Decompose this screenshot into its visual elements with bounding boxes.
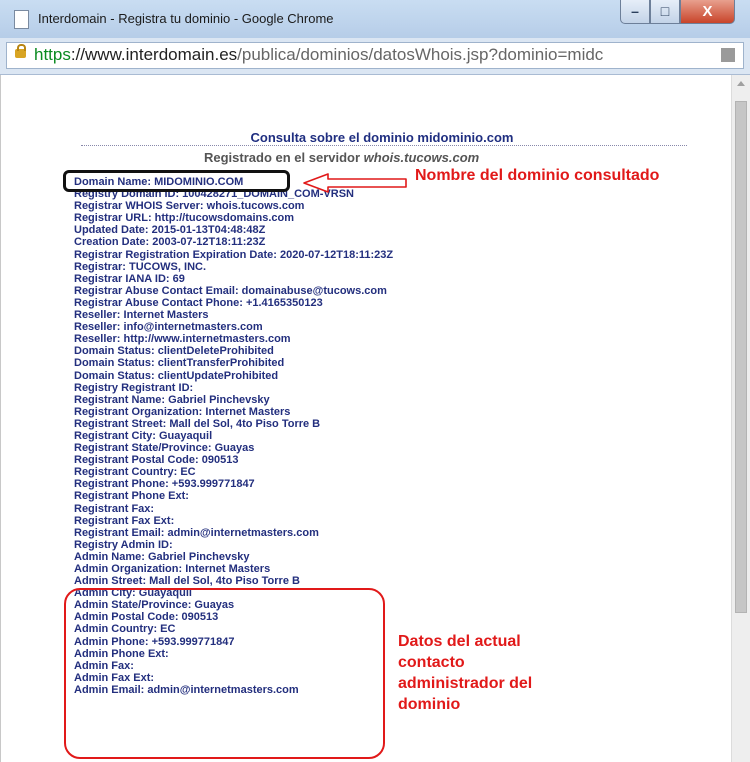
whois-line: Reseller: Internet Masters bbox=[74, 309, 209, 322]
whois-line: Registrant Phone Ext: bbox=[74, 490, 189, 503]
whois-line: Updated Date: 2015-01-13T04:48:48Z bbox=[74, 224, 266, 237]
browser-window: Interdomain - Registra tu dominio - Goog… bbox=[0, 0, 750, 762]
whois-line: Admin Organization: Internet Masters bbox=[74, 563, 271, 575]
whois-line: Registrant Fax Ext: bbox=[74, 514, 175, 527]
whois-line: Domain Status: clientDeleteProhibited bbox=[74, 345, 274, 358]
whois-line: Registrar WHOIS Server: whois.tucows.com bbox=[74, 200, 305, 213]
whois-line: Registrar Abuse Contact Phone: +1.416535… bbox=[74, 296, 323, 309]
scroll-up-icon[interactable] bbox=[737, 81, 745, 86]
window-title: Interdomain - Registra tu dominio - Goog… bbox=[38, 11, 334, 26]
maximize-icon: □ bbox=[660, 3, 670, 19]
whois-line: Registry Admin ID: bbox=[74, 538, 173, 551]
address-bar[interactable]: https://www.interdomain.es/publica/domin… bbox=[6, 42, 744, 69]
admin-annotation-line: contacto bbox=[398, 654, 465, 671]
scroll-thumb[interactable] bbox=[735, 101, 747, 613]
heading-prefix: Consulta sobre el dominio bbox=[250, 130, 418, 145]
whois-line: Creation Date: 2003-07-12T18:11:23Z bbox=[74, 236, 266, 249]
page-document-icon bbox=[14, 10, 29, 29]
whois-line: Registrar IANA ID: 69 bbox=[74, 272, 185, 285]
page-heading: Consulta sobre el dominio midominio.com bbox=[82, 130, 682, 145]
whois-line: Registrar URL: http://tucowsdomains.com bbox=[74, 212, 295, 225]
server-name: whois.tucows.com bbox=[363, 150, 480, 165]
url-host: ://www.interdomain.es bbox=[70, 45, 238, 64]
whois-line: Admin Name: Gabriel Pinchevsky bbox=[74, 550, 250, 563]
lock-icon[interactable] bbox=[15, 44, 26, 58]
heading-domain: midominio.com bbox=[417, 130, 514, 145]
registrar-server: Registrado en el servidor whois.tucows.c… bbox=[204, 150, 479, 165]
page-info-icon[interactable] bbox=[721, 48, 735, 62]
whois-line: Domain Status: clientTransferProhibited bbox=[74, 357, 285, 370]
url-scheme: https bbox=[34, 45, 71, 64]
whois-line: Registrant Postal Code: 090513 bbox=[74, 454, 239, 467]
url-text[interactable]: https://www.interdomain.es/publica/domin… bbox=[34, 45, 603, 65]
close-icon: X bbox=[702, 3, 713, 20]
whois-line: Registrant Email: admin@internetmasters.… bbox=[74, 526, 319, 539]
whois-line: Registrant City: Guayaquil bbox=[74, 429, 213, 442]
vertical-scrollbar[interactable] bbox=[731, 75, 750, 762]
domain-highlight-box bbox=[63, 170, 290, 192]
heading-divider bbox=[81, 145, 687, 146]
whois-line: Registrant State/Province: Guayas bbox=[74, 442, 255, 455]
whois-line: Registrar: TUCOWS, INC. bbox=[74, 260, 207, 273]
whois-line: Reseller: info@internetmasters.com bbox=[74, 321, 263, 334]
whois-line: Registrant Organization: Internet Master… bbox=[74, 405, 291, 418]
whois-line: Registrant Country: EC bbox=[74, 466, 196, 479]
admin-annotation-line: dominio bbox=[398, 696, 461, 713]
url-path: /publica/dominios/datosWhois.jsp?dominio… bbox=[237, 45, 604, 64]
whois-line: Domain Status: clientUpdateProhibited bbox=[74, 369, 279, 382]
whois-line: Registrant Name: Gabriel Pinchevsky bbox=[74, 393, 270, 406]
server-prefix: Registrado en el servidor bbox=[204, 150, 364, 165]
address-bar-area: https://www.interdomain.es/publica/domin… bbox=[0, 38, 750, 75]
whois-line: Admin Street: Mall del Sol, 4to Piso Tor… bbox=[74, 575, 300, 588]
admin-annotation: Datos del actual contacto administrador de… bbox=[398, 631, 532, 715]
whois-line: Registrant Street: Mall del Sol, 4to Pis… bbox=[74, 417, 321, 430]
minimize-icon: – bbox=[631, 3, 639, 19]
whois-line: Registrant Fax: bbox=[74, 502, 155, 515]
whois-line: Reseller: http://www.internetmasters.com bbox=[74, 333, 291, 346]
admin-annotation-line: Datos del actual bbox=[398, 633, 521, 650]
whois-line: Registrar Registration Expiration Date: … bbox=[74, 248, 394, 261]
whois-line: Registrant Phone: +593.999771847 bbox=[74, 478, 255, 491]
admin-annotation-line: administrador del bbox=[398, 675, 533, 692]
whois-line: Registrar Abuse Contact Email: domainabu… bbox=[74, 284, 387, 297]
title-bar[interactable]: Interdomain - Registra tu dominio - Goog… bbox=[0, 0, 750, 39]
whois-line: Registry Registrant ID: bbox=[74, 381, 194, 394]
maximize-button[interactable]: □ bbox=[650, 0, 680, 24]
minimize-button[interactable]: – bbox=[620, 0, 650, 24]
domain-annotation: Nombre del dominio consultado bbox=[415, 167, 660, 184]
admin-highlight-box bbox=[64, 588, 385, 759]
left-arrow-icon bbox=[303, 173, 407, 193]
close-button[interactable]: X bbox=[680, 0, 735, 24]
